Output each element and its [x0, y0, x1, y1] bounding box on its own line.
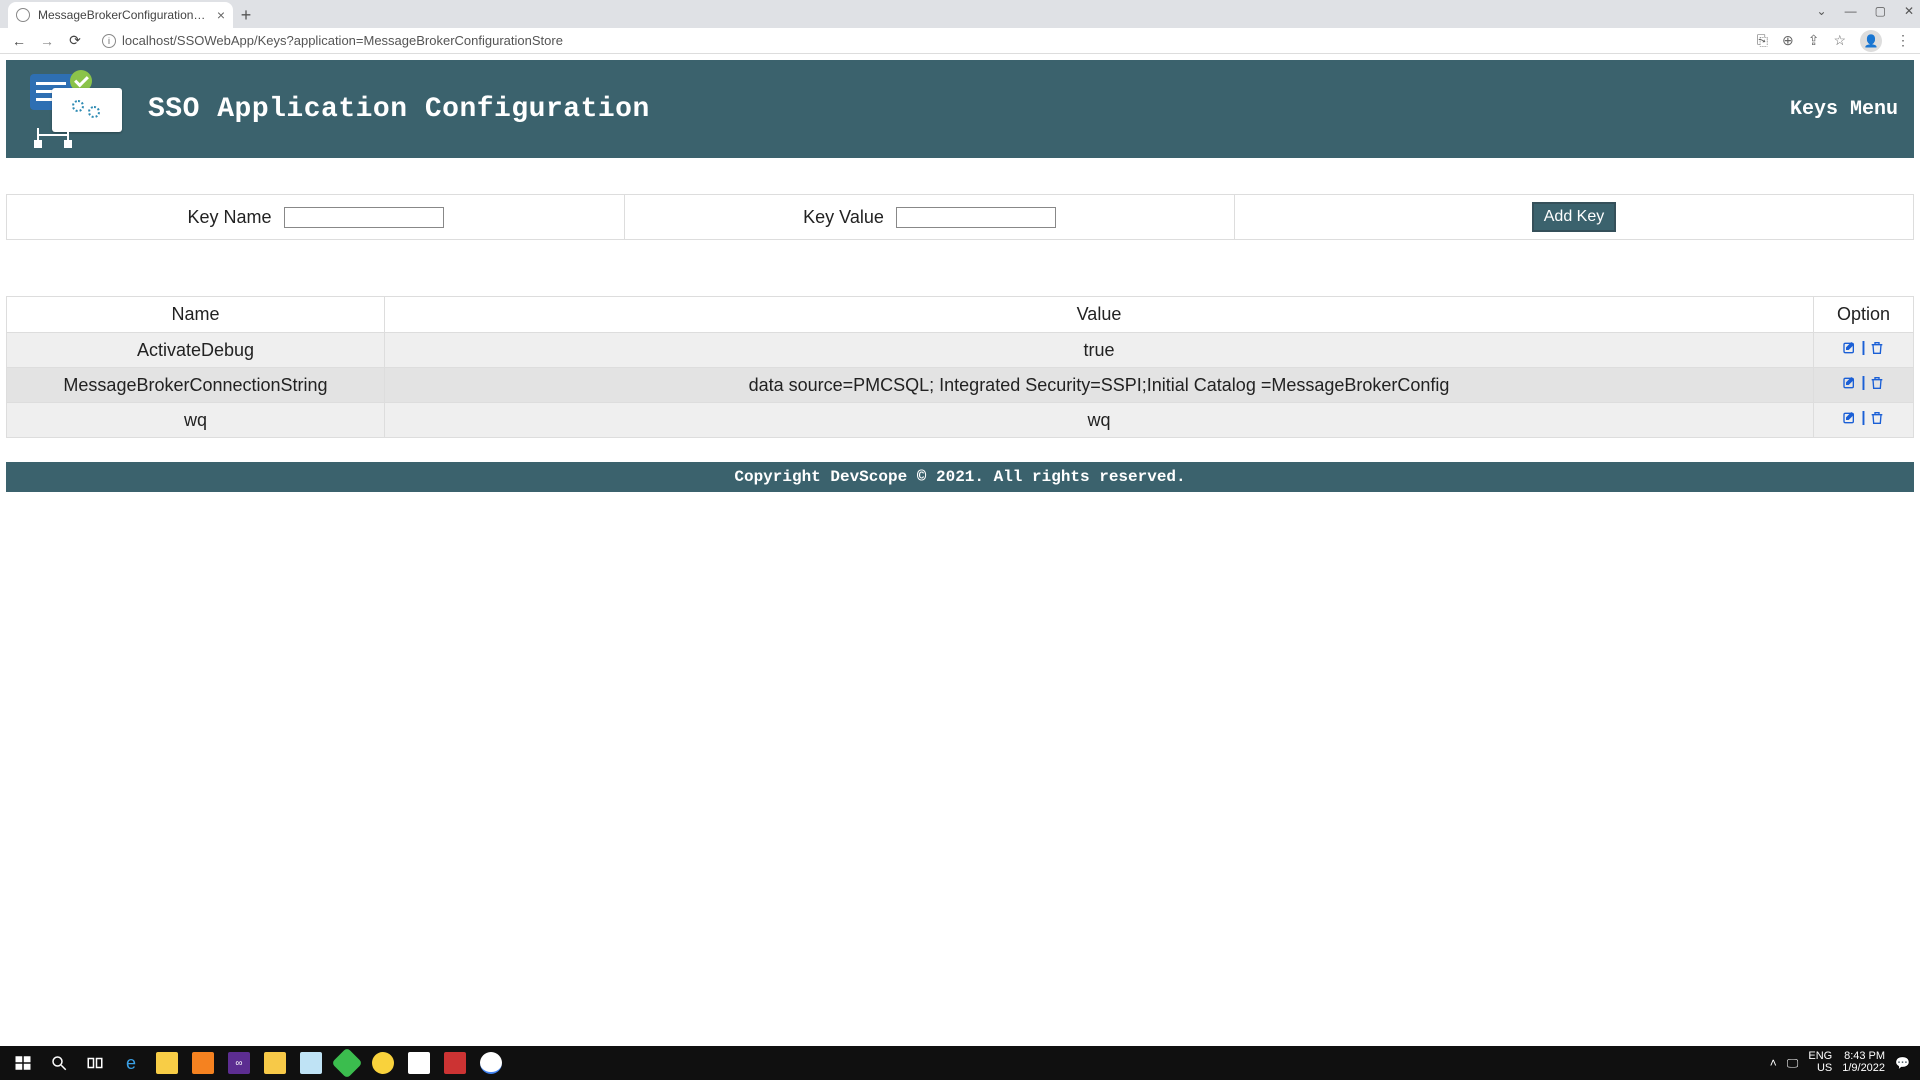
col-header-value: Value: [385, 297, 1814, 333]
chrome-icon[interactable]: [480, 1052, 502, 1074]
table-row: MessageBrokerConnectionString data sourc…: [7, 368, 1914, 403]
tab-strip: MessageBrokerConfigurationSto × + ⌄ — ▢ …: [0, 0, 1920, 28]
start-icon[interactable]: [12, 1052, 34, 1074]
cell-value: true: [385, 333, 1814, 368]
add-key-button[interactable]: Add Key: [1532, 202, 1616, 232]
site-info-icon[interactable]: i: [102, 34, 116, 48]
close-icon[interactable]: ✕: [1904, 4, 1914, 18]
app-icon-3[interactable]: [300, 1052, 322, 1074]
key-value-input[interactable]: [896, 207, 1056, 228]
minimize-icon[interactable]: —: [1845, 4, 1857, 18]
cell-value: wq: [385, 403, 1814, 438]
forward-icon[interactable]: →: [38, 33, 56, 49]
browser-chrome: MessageBrokerConfigurationSto × + ⌄ — ▢ …: [0, 0, 1920, 54]
edit-icon[interactable]: [1842, 375, 1858, 391]
language-indicator[interactable]: ENG US: [1808, 1051, 1832, 1074]
tray-display-icon[interactable]: 🖵: [1787, 1056, 1799, 1071]
cell-name: MessageBrokerConnectionString: [7, 368, 385, 403]
address-bar: ← → ⟳ i localhost/SSOWebApp/Keys?applica…: [0, 28, 1920, 54]
maximize-icon[interactable]: ▢: [1875, 4, 1886, 18]
zoom-icon[interactable]: ⊕: [1782, 32, 1794, 49]
delete-icon[interactable]: [1869, 375, 1885, 391]
share-icon[interactable]: ⇪: [1808, 32, 1820, 49]
profile-avatar-icon[interactable]: 👤: [1860, 30, 1882, 52]
lang-line2: US: [1808, 1063, 1832, 1075]
tab-close-icon[interactable]: ×: [217, 7, 225, 23]
page-footer: Copyright DevScope © 2021. All rights re…: [6, 462, 1914, 492]
task-view-icon[interactable]: [84, 1052, 106, 1074]
key-value-label: Key Value: [803, 207, 884, 228]
app-icon-6[interactable]: [408, 1052, 430, 1074]
bookmark-icon[interactable]: ☆: [1833, 32, 1846, 49]
app-icon-5[interactable]: [372, 1052, 394, 1074]
clock-date: 1/9/2022: [1842, 1063, 1885, 1075]
add-key-form: Key Name Key Value Add Key: [6, 194, 1914, 240]
url-box[interactable]: i localhost/SSOWebApp/Keys?application=M…: [94, 33, 1747, 48]
url-text: localhost/SSOWebApp/Keys?application=Mes…: [122, 33, 563, 48]
option-separator: |: [1861, 409, 1865, 426]
notifications-icon[interactable]: 💬: [1895, 1056, 1910, 1070]
ie-icon[interactable]: e: [120, 1052, 142, 1074]
new-tab-button[interactable]: +: [233, 2, 259, 28]
option-separator: |: [1861, 374, 1865, 391]
translate-icon[interactable]: ⎘: [1757, 32, 1768, 49]
cell-value: data source=PMCSQL; Integrated Security=…: [385, 368, 1814, 403]
table-row: wq wq |: [7, 403, 1914, 438]
system-clock[interactable]: 8:43 PM 1/9/2022: [1842, 1051, 1885, 1074]
edit-icon[interactable]: [1842, 410, 1858, 426]
reload-icon[interactable]: ⟳: [66, 32, 84, 49]
keys-menu-link[interactable]: Keys Menu: [1790, 98, 1898, 121]
app-icon-4[interactable]: [331, 1047, 362, 1078]
keys-table: Name Value Option ActivateDebug true |: [6, 296, 1914, 438]
visual-studio-icon[interactable]: ∞: [228, 1052, 250, 1074]
page-viewport: SSO Application Configuration Keys Menu …: [0, 54, 1920, 1046]
tray-chevron-icon[interactable]: ˄: [1770, 1056, 1777, 1070]
page-title: SSO Application Configuration: [148, 94, 650, 125]
back-icon[interactable]: ←: [10, 33, 28, 49]
col-header-option: Option: [1814, 297, 1914, 333]
file-explorer-icon[interactable]: [156, 1052, 178, 1074]
cell-name: wq: [7, 403, 385, 438]
app-logo-icon: [22, 70, 130, 148]
col-header-name: Name: [7, 297, 385, 333]
key-name-input[interactable]: [284, 207, 444, 228]
delete-icon[interactable]: [1869, 410, 1885, 426]
table-row: ActivateDebug true |: [7, 333, 1914, 368]
app-icon-7[interactable]: [444, 1052, 466, 1074]
key-name-label: Key Name: [187, 207, 271, 228]
windows-taskbar: e ∞ ˄ 🖵 ENG US 8:43 PM 1/9/2022 💬: [0, 1046, 1920, 1080]
app-icon-2[interactable]: [264, 1052, 286, 1074]
option-separator: |: [1861, 339, 1865, 356]
browser-tab[interactable]: MessageBrokerConfigurationSto ×: [8, 2, 233, 28]
cell-name: ActivateDebug: [7, 333, 385, 368]
tab-title: MessageBrokerConfigurationSto: [38, 8, 209, 22]
app-icon-1[interactable]: [192, 1052, 214, 1074]
edit-icon[interactable]: [1842, 340, 1858, 356]
kebab-menu-icon[interactable]: ⋮: [1896, 32, 1910, 49]
window-controls: ⌄ — ▢ ✕: [1817, 4, 1914, 18]
app-header: SSO Application Configuration Keys Menu: [6, 60, 1914, 158]
tab-favicon-icon: [16, 8, 30, 22]
delete-icon[interactable]: [1869, 340, 1885, 356]
search-icon[interactable]: [48, 1052, 70, 1074]
chevron-down-icon[interactable]: ⌄: [1817, 4, 1827, 18]
